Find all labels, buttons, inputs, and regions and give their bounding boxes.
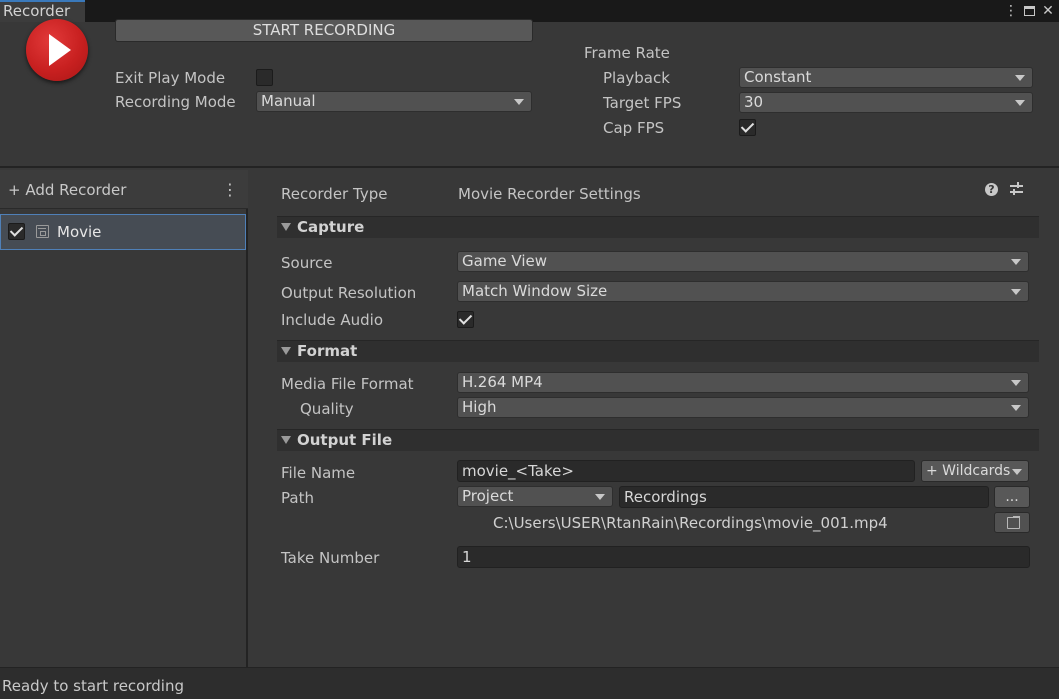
window-controls: ⋮ ✕: [1004, 0, 1055, 22]
quality-dropdown[interactable]: High: [457, 397, 1029, 418]
full-output-path: C:\Users\USER\RtanRain\Recordings\movie_…: [493, 514, 888, 532]
recorder-settings-pane: [251, 170, 1059, 667]
record-play-button[interactable]: [26, 19, 88, 81]
chevron-down-icon: [1015, 75, 1025, 81]
quality-label: Quality: [300, 400, 354, 418]
exit-play-mode-checkbox[interactable]: [256, 69, 273, 86]
media-file-format-dropdown[interactable]: H.264 MP4: [457, 372, 1029, 393]
movie-enabled-checkbox[interactable]: [8, 223, 25, 240]
status-text: Ready to start recording: [2, 677, 184, 695]
recorder-type-value: Movie Recorder Settings: [458, 185, 641, 203]
playback-label: Playback: [603, 69, 670, 87]
maximize-icon[interactable]: [1024, 6, 1035, 16]
presets-icon[interactable]: [1010, 182, 1024, 196]
add-recorder-button[interactable]: + Add Recorder: [8, 181, 126, 199]
triangle-down-icon: [281, 223, 291, 231]
capture-section-title: Capture: [297, 218, 365, 236]
path-folder-input[interactable]: Recordings: [619, 486, 989, 508]
chevron-down-icon: [514, 99, 524, 105]
start-recording-button[interactable]: START RECORDING: [115, 19, 533, 42]
media-file-format-value: H.264 MP4: [462, 373, 543, 391]
chevron-down-icon: [1011, 259, 1021, 265]
playback-dropdown[interactable]: Constant: [739, 67, 1033, 88]
format-section-header[interactable]: Format: [277, 340, 1039, 362]
recorder-list-item-movie[interactable]: Movie: [0, 214, 246, 250]
take-number-input[interactable]: 1: [457, 546, 1030, 568]
file-name-input[interactable]: movie_<Take>: [457, 460, 915, 482]
cap-fps-label: Cap FPS: [603, 119, 665, 137]
chevron-down-icon: [1015, 100, 1025, 106]
media-file-format-label: Media File Format: [281, 375, 414, 393]
include-audio-label: Include Audio: [281, 311, 384, 329]
close-icon[interactable]: ✕: [1041, 3, 1055, 19]
include-audio-checkbox[interactable]: [457, 311, 474, 328]
target-fps-dropdown[interactable]: 30: [739, 92, 1033, 113]
format-section-title: Format: [297, 342, 358, 360]
status-bar: Ready to start recording: [0, 667, 1059, 699]
recording-mode-value: Manual: [261, 92, 316, 110]
help-icon[interactable]: ?: [985, 183, 998, 196]
triangle-down-icon: [281, 436, 291, 444]
output-resolution-value: Match Window Size: [462, 282, 608, 300]
chevron-down-icon: [1011, 289, 1021, 295]
source-dropdown[interactable]: Game View: [457, 251, 1029, 272]
recorder-list-menu-icon[interactable]: ⋮: [222, 180, 238, 199]
browse-path-button[interactable]: ...: [994, 486, 1030, 508]
path-root-dropdown[interactable]: Project: [457, 486, 613, 507]
chevron-down-icon: [1012, 469, 1022, 475]
target-fps-label: Target FPS: [603, 94, 682, 112]
output-resolution-dropdown[interactable]: Match Window Size: [457, 281, 1029, 302]
quality-value: High: [462, 398, 497, 416]
recording-mode-label: Recording Mode: [115, 93, 236, 111]
reveal-in-explorer-icon[interactable]: [994, 512, 1030, 533]
recorder-list-item-label: Movie: [57, 223, 102, 241]
target-fps-value: 30: [744, 93, 764, 111]
capture-section-header[interactable]: Capture: [277, 216, 1039, 238]
movie-recorder-icon: [36, 225, 49, 238]
window-tab-recorder[interactable]: Recorder: [0, 0, 85, 22]
chevron-down-icon: [1011, 405, 1021, 411]
window-menu-icon[interactable]: ⋮: [1004, 3, 1018, 19]
path-root-value: Project: [462, 487, 514, 505]
recorder-list-pane: + Add Recorder ⋮ Movie: [0, 170, 248, 667]
output-file-section-header[interactable]: Output File: [277, 429, 1039, 451]
exit-play-mode-label: Exit Play Mode: [115, 69, 226, 87]
chevron-down-icon: [595, 494, 605, 500]
take-number-label: Take Number: [281, 549, 380, 567]
recorder-type-label: Recorder Type: [281, 185, 388, 203]
file-name-label: File Name: [281, 464, 356, 482]
wildcards-dropdown[interactable]: + Wildcards: [921, 460, 1029, 482]
triangle-down-icon: [281, 347, 291, 355]
source-label: Source: [281, 254, 333, 272]
output-resolution-label: Output Resolution: [281, 284, 417, 302]
add-recorder-row: + Add Recorder ⋮: [0, 170, 248, 209]
recording-mode-dropdown[interactable]: Manual: [256, 91, 532, 112]
source-value: Game View: [462, 252, 548, 270]
window-tab-label: Recorder: [3, 2, 71, 20]
playback-value: Constant: [744, 68, 812, 86]
cap-fps-checkbox[interactable]: [739, 119, 756, 136]
output-file-section-title: Output File: [297, 431, 393, 449]
chevron-down-icon: [1011, 380, 1021, 386]
path-label: Path: [281, 489, 314, 507]
frame-rate-label: Frame Rate: [584, 44, 670, 62]
wildcards-label: + Wildcards: [926, 463, 1011, 479]
